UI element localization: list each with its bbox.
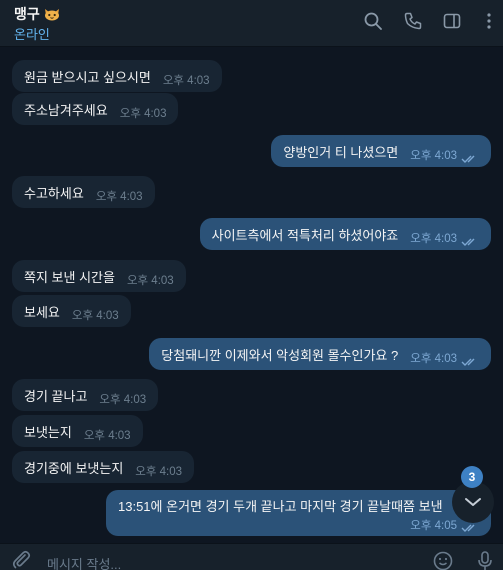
message-bubble-incoming[interactable]: 주소남겨주세요 오후 4:03	[12, 93, 179, 125]
message-text: 수고하세요	[24, 185, 84, 201]
message-text: 주소남겨주세요	[24, 102, 108, 118]
message-bubble-incoming[interactable]: 원금 받으시고 싶으시면 오후 4:03	[12, 60, 222, 92]
message-time: 오후 4:03	[410, 233, 457, 245]
message-time: 오후 4:05	[410, 520, 457, 532]
read-checkmark-icon	[461, 151, 479, 163]
message-text: 경기 끝나고	[24, 388, 88, 404]
message-time: 오후 4:03	[71, 310, 119, 322]
chat-header: 맹구 온라인	[0, 0, 503, 47]
message-time: 오후 4:03	[126, 275, 174, 287]
online-status: 온라인	[14, 27, 50, 42]
message-bubble-incoming[interactable]: 수고하세요 오후 4:03	[12, 176, 155, 208]
chat-name: 맹구	[14, 6, 40, 22]
message-text: 보세요	[24, 304, 60, 320]
message-list[interactable]: 원금 받으시고 싶으시면 오후 4:03 주소남겨주세요 오후 4:03 양방인…	[0, 48, 503, 543]
message-bubble-outgoing[interactable]: 사이트측에서 적특처리 하셨어야죠 오후 4:03	[199, 218, 491, 250]
message-time: 오후 4:03	[83, 430, 131, 442]
message-time: 오후 4:03	[410, 353, 457, 365]
message-text: 당첨돼니깐 이제와서 악성회원 몰수인가요 ?	[161, 347, 399, 363]
emoji-icon[interactable]	[432, 549, 454, 570]
message-time: 오후 4:03	[119, 108, 167, 120]
message-bubble-outgoing[interactable]: 13:51에 온거면 경기 두개 끝나고 마지막 경기 끝날때쯤 보낸 오후 4…	[106, 490, 491, 536]
chat-title[interactable]: 맹구	[14, 4, 61, 24]
message-text: 원금 받으시고 싶으시면	[24, 69, 151, 85]
more-icon[interactable]	[479, 11, 499, 31]
message-text: 사이트측에서 적특처리 하셨어야죠	[211, 227, 399, 243]
paperclip-icon[interactable]	[10, 549, 32, 570]
chevron-down-icon	[465, 498, 481, 506]
phone-icon[interactable]	[403, 11, 423, 31]
unread-count-badge: 3	[461, 466, 483, 488]
search-icon[interactable]	[363, 11, 383, 31]
cat-emoji-icon	[43, 7, 61, 21]
read-checkmark-icon	[461, 354, 479, 366]
message-bubble-incoming[interactable]: 경기중에 보냇는지 오후 4:03	[12, 451, 195, 483]
message-bubble-outgoing[interactable]: 양방인거 티 나셨으면 오후 4:03	[271, 135, 491, 167]
message-time: 오후 4:03	[135, 466, 183, 478]
message-bubble-incoming[interactable]: 보세요 오후 4:03	[12, 295, 131, 327]
read-checkmark-icon	[461, 234, 479, 246]
message-text: 보냇는지	[24, 424, 72, 440]
message-text: 13:51에 온거면 경기 두개 끝나고 마지막 경기 끝날때쯤 보낸	[118, 499, 443, 514]
message-bubble-incoming[interactable]: 경기 끝나고 오후 4:03	[12, 379, 159, 411]
message-bubble-incoming[interactable]: 보냇는지 오후 4:03	[12, 415, 143, 447]
message-time: 오후 4:03	[162, 75, 210, 87]
message-bubble-incoming[interactable]: 쪽지 보낸 시간을 오후 4:03	[12, 260, 186, 292]
message-text: 쪽지 보낸 시간을	[24, 269, 115, 285]
sidebar-toggle-icon[interactable]	[442, 11, 462, 31]
message-time: 오후 4:03	[410, 150, 457, 162]
message-time: 오후 4:03	[95, 191, 143, 203]
message-time: 오후 4:03	[99, 394, 147, 406]
message-text: 양방인거 티 나셨으면	[283, 144, 399, 160]
microphone-icon[interactable]	[474, 549, 496, 570]
message-text: 경기중에 보냇는지	[24, 460, 124, 476]
message-composer[interactable]: 메시지 작성...	[0, 543, 503, 570]
message-bubble-outgoing[interactable]: 당첨돼니깐 이제와서 악성회원 몰수인가요 ? 오후 4:03	[149, 338, 491, 370]
message-input[interactable]: 메시지 작성...	[47, 554, 121, 570]
